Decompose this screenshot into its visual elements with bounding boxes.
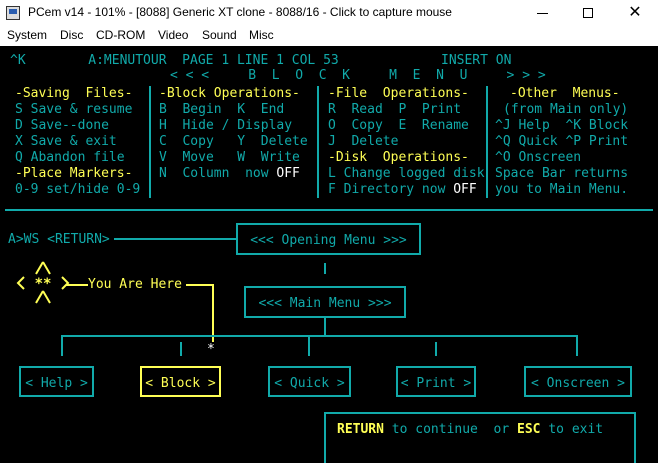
status-line: ^K A:MENUTOUR PAGE 1 LINE 1 COL 53 bbox=[10, 53, 339, 68]
menu-line: you to Main Menu. bbox=[495, 182, 629, 197]
menu-line: H Hide / Display bbox=[159, 118, 293, 133]
main-menu-box: <<< Main Menu >>> bbox=[244, 286, 406, 318]
title-bar: PCem v14 - 101% - [8088] Generic XT clon… bbox=[0, 0, 658, 26]
opening-menu-box: <<< Opening Menu >>> bbox=[236, 223, 421, 255]
maximize-icon bbox=[583, 8, 593, 18]
emulator-screen[interactable]: ^K A:MENUTOUR PAGE 1 LINE 1 COL 53 INSER… bbox=[0, 46, 658, 463]
menu-cdrom[interactable]: CD-ROM bbox=[96, 28, 145, 42]
connector-line bbox=[324, 263, 326, 274]
menu-disc[interactable]: Disc bbox=[60, 28, 83, 42]
app-icon bbox=[6, 6, 20, 20]
footer-left-line bbox=[324, 412, 326, 463]
column-divider bbox=[149, 86, 151, 198]
menu-line: Space Bar returns bbox=[495, 166, 629, 181]
menu-line: 0-9 set/hide 0-9 bbox=[15, 182, 141, 197]
minimize-icon bbox=[537, 13, 548, 14]
you-are-here-line bbox=[66, 284, 88, 286]
other-menus-heading: -Other Menus- bbox=[510, 86, 620, 101]
menu-bar: System Disc CD-ROM Video Sound Misc bbox=[0, 26, 658, 46]
menu-line: L Change logged disk bbox=[328, 166, 485, 181]
connector-line bbox=[324, 318, 326, 335]
column-mode-value: OFF bbox=[276, 166, 300, 181]
tree-horizontal-line bbox=[61, 335, 578, 337]
menu-video[interactable]: Video bbox=[158, 28, 188, 42]
menu-line: C Copy Y Delete bbox=[159, 134, 308, 149]
tree-branch-line bbox=[576, 335, 578, 356]
print-menu-node: < Print > bbox=[396, 366, 476, 397]
menu-line: J Delete bbox=[328, 134, 399, 149]
minimize-button[interactable] bbox=[520, 0, 566, 26]
window-title: PCem v14 - 101% - [8088] Generic XT clon… bbox=[28, 5, 452, 19]
menu-line: X Save & exit bbox=[15, 134, 117, 149]
menu-line: ^Q Quick ^P Print bbox=[495, 134, 629, 149]
menu-sound[interactable]: Sound bbox=[202, 28, 237, 42]
file-operations-heading: -File Operations- bbox=[328, 86, 469, 101]
onscreen-menu-node: < Onscreen > bbox=[524, 366, 632, 397]
menu-line: R Read P Print bbox=[328, 102, 462, 117]
menu-line: S Save & resume bbox=[15, 102, 133, 117]
footer-instructions: RETURN to continue or ESC to exit bbox=[337, 422, 604, 437]
column-divider bbox=[317, 86, 319, 198]
maximize-button[interactable] bbox=[566, 0, 612, 26]
svg-text:**: ** bbox=[35, 276, 52, 292]
column-divider bbox=[486, 86, 488, 198]
close-button[interactable]: ✕ bbox=[612, 0, 658, 26]
menu-line: V Move W Write bbox=[159, 150, 300, 165]
you-are-here-line bbox=[212, 284, 214, 342]
saving-files-heading: -Saving Files- bbox=[15, 86, 133, 101]
you-are-here-marker-icon: ** bbox=[16, 261, 70, 304]
menu-line: O Copy E Rename bbox=[328, 118, 469, 133]
return-key-label: RETURN bbox=[337, 422, 384, 437]
menu-misc[interactable]: Misc bbox=[249, 28, 274, 42]
you-are-here-line bbox=[186, 284, 213, 286]
help-menu-node: < Help > bbox=[19, 366, 94, 397]
block-operations-heading: -Block Operations- bbox=[159, 86, 300, 101]
block-menu-title: < < < B L O C K M E N U > > > bbox=[170, 68, 546, 83]
menu-line: (from Main only) bbox=[503, 102, 629, 117]
tree-branch-line bbox=[308, 335, 310, 356]
marker-asterisk: * bbox=[207, 342, 215, 357]
tree-branch-line bbox=[435, 342, 437, 356]
menu-system[interactable]: System bbox=[7, 28, 47, 42]
connector-line bbox=[114, 238, 236, 240]
tree-branch-line bbox=[180, 342, 182, 356]
ws-prompt: A>WS <RETURN> bbox=[8, 232, 110, 247]
menu-line: D Save--done bbox=[15, 118, 109, 133]
close-icon: ✕ bbox=[628, 4, 642, 21]
menu-line: Q Abandon file bbox=[15, 150, 125, 165]
place-markers-heading: -Place Markers- bbox=[15, 166, 133, 181]
column-mode-line: N Column now OFF bbox=[159, 166, 300, 181]
menu-line: ^O Onscreen bbox=[495, 150, 582, 165]
insert-status: INSERT ON bbox=[441, 53, 512, 68]
separator-line bbox=[5, 209, 653, 211]
esc-key-label: ESC bbox=[517, 422, 541, 437]
menu-line: ^J Help ^K Block bbox=[495, 118, 629, 133]
menu-line: B Begin K End bbox=[159, 102, 285, 117]
block-menu-node: < Block > bbox=[140, 366, 221, 397]
directory-line: F Directory now OFF bbox=[328, 182, 477, 197]
disk-operations-heading: -Disk Operations- bbox=[328, 150, 469, 165]
tree-branch-line bbox=[61, 335, 63, 356]
quick-menu-node: < Quick > bbox=[268, 366, 351, 397]
you-are-here-label: You Are Here bbox=[88, 277, 182, 292]
directory-value: OFF bbox=[453, 182, 477, 197]
footer-top-line bbox=[324, 412, 636, 414]
footer-right-line bbox=[634, 412, 636, 463]
